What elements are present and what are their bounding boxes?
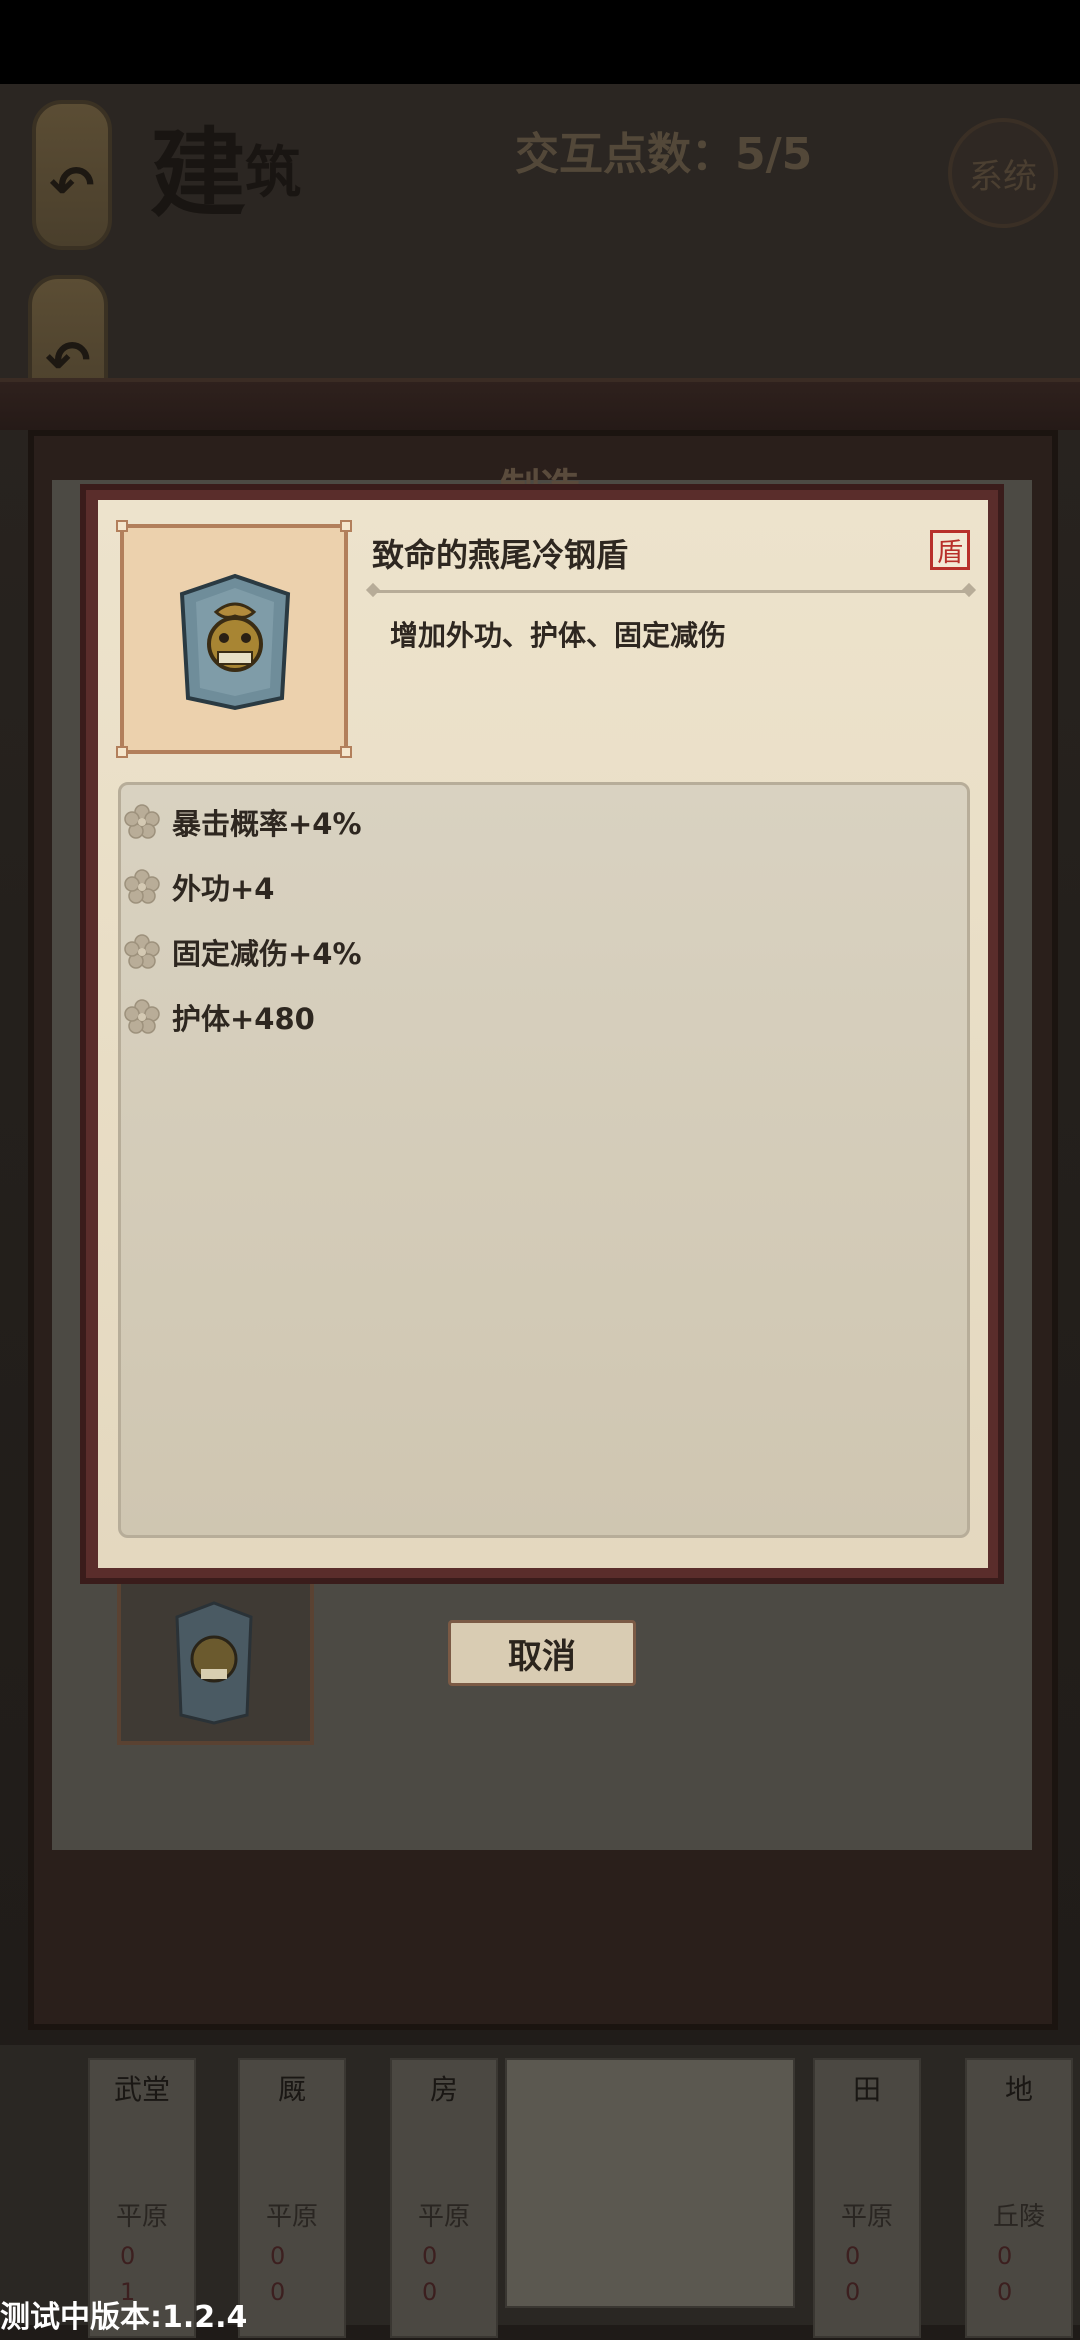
gate-beam <box>0 378 1080 430</box>
building-stat: 0 <box>997 2242 1013 2270</box>
building-stat: 0 <box>997 2278 1013 2306</box>
building-name: 武堂 <box>113 2073 170 2106</box>
building-stat: 0 <box>845 2278 861 2306</box>
stat-label: 固定减伤+4% <box>172 937 362 971</box>
frame-corner <box>116 520 128 532</box>
building-terrain: 平原 <box>265 2202 318 2232</box>
item-description: 增加外功、护体、固定减伤 <box>390 619 727 652</box>
page-title-main: 建 <box>150 117 246 230</box>
system-button[interactable]: 系统 <box>948 118 1058 228</box>
stat-label: 暴击概率+4% <box>172 807 362 841</box>
item-icon-frame <box>116 520 352 758</box>
stat-label: 护体+480 <box>172 1002 315 1036</box>
building-card[interactable]: 田 平原 0 0 <box>813 2058 921 2338</box>
building-stat: 0 <box>270 2242 286 2270</box>
flower-icon <box>124 934 160 969</box>
building-card[interactable]: 地 丘陵 0 0 <box>965 2058 1073 2338</box>
status-bar <box>0 0 1080 84</box>
building-stat: 0 <box>845 2242 861 2270</box>
frame-corner <box>340 746 352 758</box>
flower-icon <box>124 804 160 839</box>
shield-icon <box>175 1601 253 1725</box>
stat-row: 护体+480 <box>124 995 315 1039</box>
item-name: 致命的燕尾冷钢盾 <box>372 536 629 574</box>
building-card[interactable]: 厩 平原 0 0 <box>238 2058 346 2338</box>
stat-label: 外功+4 <box>172 872 275 906</box>
building-name: 厩 <box>277 2073 306 2106</box>
page-title-sub: 筑 <box>245 140 301 206</box>
building-stat: 0 <box>422 2242 438 2270</box>
interaction-points: 交互点数：5/5 <box>515 129 813 180</box>
building-stat: 0 <box>422 2278 438 2306</box>
building-terrain: 平原 <box>417 2202 470 2232</box>
back-button[interactable]: ↶ <box>32 100 112 250</box>
version-label: 测试中版本:1.2.4 <box>0 2300 248 2335</box>
flower-icon <box>124 869 160 904</box>
building-name: 地 <box>1004 2073 1033 2106</box>
cancel-button[interactable]: 取消 <box>448 1620 636 1686</box>
building-stat: 0 <box>270 2278 286 2306</box>
building-house-image[interactable] <box>505 2058 795 2308</box>
frame-corner <box>116 746 128 758</box>
frame-corner <box>340 520 352 532</box>
building-card[interactable]: 房 平原 0 0 <box>390 2058 498 2338</box>
building-terrain: 平原 <box>840 2202 893 2232</box>
item-type-badge: 盾 <box>930 530 970 570</box>
item-slot[interactable] <box>117 1575 314 1745</box>
building-stat: 0 <box>120 2242 136 2270</box>
flower-icon <box>124 999 160 1034</box>
undo-arrow-icon: ↶ <box>49 154 95 217</box>
building-terrain: 平原 <box>115 2202 168 2232</box>
stat-row: 外功+4 <box>124 865 274 909</box>
stat-row: 固定减伤+4% <box>124 930 362 974</box>
shield-icon <box>179 573 291 711</box>
building-name: 田 <box>852 2073 881 2106</box>
stat-row: 暴击概率+4% <box>124 800 362 844</box>
building-terrain: 丘陵 <box>992 2202 1045 2232</box>
title-divider <box>372 590 970 593</box>
building-name: 房 <box>429 2073 458 2106</box>
